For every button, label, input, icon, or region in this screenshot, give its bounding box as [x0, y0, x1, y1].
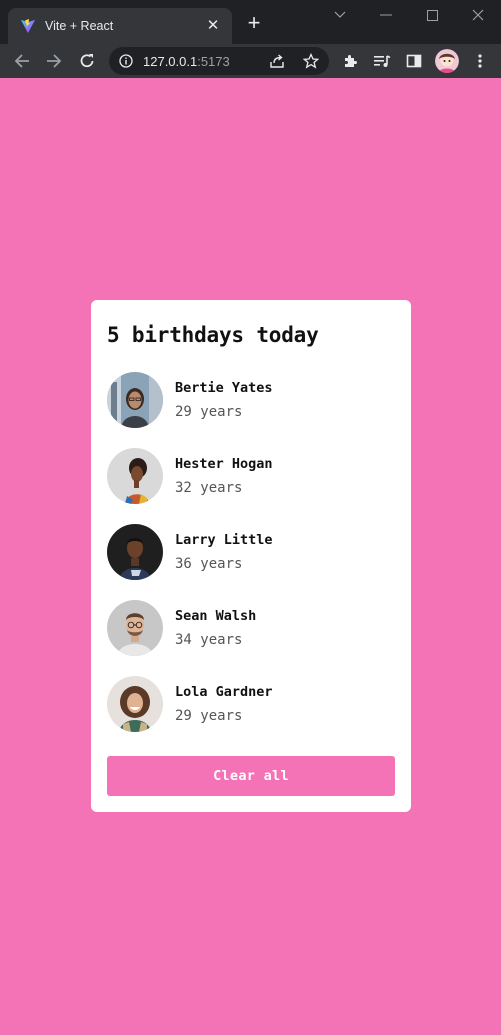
profile-avatar[interactable]	[435, 49, 459, 73]
reload-icon[interactable]	[77, 51, 97, 71]
person-item: Hester Hogan 32 years	[107, 448, 395, 504]
person-item: Sean Walsh 34 years	[107, 600, 395, 656]
site-info-icon[interactable]	[119, 54, 133, 68]
new-tab-icon[interactable]: +	[243, 12, 265, 35]
tab-title: Vite + React	[45, 19, 114, 33]
person-avatar	[107, 372, 163, 428]
window-close-icon[interactable]	[464, 4, 492, 26]
person-age: 29 years	[175, 404, 243, 420]
browser-toolbar: 127.0.0.1:5173	[0, 44, 501, 78]
page-title: 5 birthdays today	[107, 323, 319, 347]
forward-icon[interactable]	[44, 51, 64, 71]
minimize-icon[interactable]	[372, 4, 400, 26]
browser-tab[interactable]: Vite + React ✕	[8, 8, 232, 44]
url-port: :5173	[197, 53, 230, 69]
person-age: 34 years	[175, 632, 243, 648]
person-avatar	[107, 676, 163, 732]
person-name: Larry Little	[175, 532, 273, 548]
vite-logo-icon	[20, 18, 36, 34]
bookmark-star-icon[interactable]	[303, 53, 319, 69]
person-item: Larry Little 36 years	[107, 524, 395, 580]
menu-kebab-icon[interactable]	[470, 51, 490, 71]
birthday-card: 5 birthdays today Bertie Yates 29 years	[91, 300, 411, 812]
tab-search-icon[interactable]	[326, 4, 354, 26]
browser-tabstrip: Vite + React ✕ +	[0, 0, 501, 44]
person-avatar	[107, 524, 163, 580]
maximize-icon[interactable]	[418, 4, 446, 26]
person-age: 32 years	[175, 480, 243, 496]
person-age: 29 years	[175, 708, 243, 724]
address-bar[interactable]: 127.0.0.1:5173	[109, 47, 329, 75]
person-name: Lola Gardner	[175, 684, 273, 700]
person-item: Lola Gardner 29 years	[107, 676, 395, 732]
clear-all-button[interactable]: Clear all	[107, 756, 395, 796]
side-panel-icon[interactable]	[404, 51, 424, 71]
person-name: Bertie Yates	[175, 380, 273, 396]
person-avatar	[107, 448, 163, 504]
person-item: Bertie Yates 29 years	[107, 372, 395, 428]
person-avatar	[107, 600, 163, 656]
extensions-icon[interactable]	[340, 51, 360, 71]
url-host: 127.0.0.1	[143, 53, 198, 69]
media-controls-icon[interactable]	[372, 51, 392, 71]
person-name: Sean Walsh	[175, 608, 257, 624]
share-icon[interactable]	[269, 53, 285, 69]
person-name: Hester Hogan	[175, 456, 273, 472]
back-icon[interactable]	[12, 51, 32, 71]
person-age: 36 years	[175, 556, 243, 572]
tab-close-icon[interactable]: ✕	[204, 17, 222, 35]
